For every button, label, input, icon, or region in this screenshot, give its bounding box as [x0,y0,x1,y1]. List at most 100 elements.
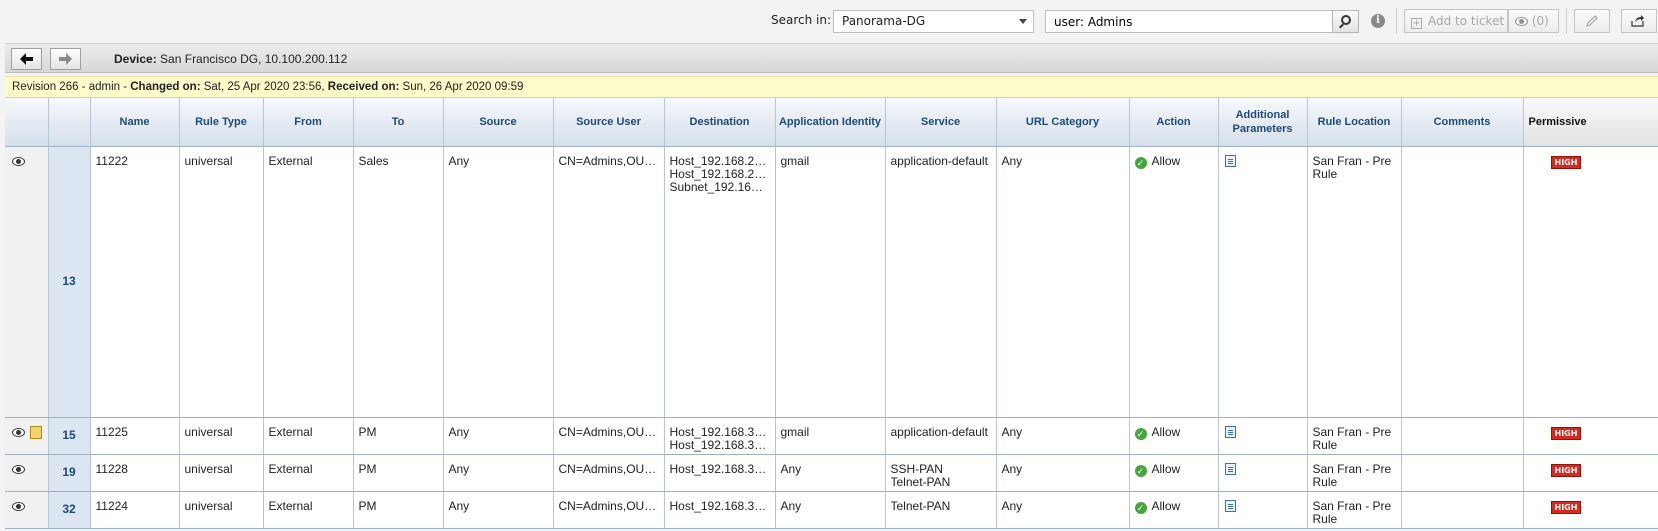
rule-name: 11228 [90,454,180,492]
source-user-value: CN=Admins,OU=... [558,462,659,476]
source-user-value: CN=Admins,OU=... [558,154,659,168]
table-header-row: Name Rule Type From To Source Source Use… [5,98,1658,147]
destination-item: Host_192.168.3.23 [669,499,770,513]
rule-action: ✓ Allow [1129,146,1219,418]
rule-location: San Fran - Pre Rule [1307,417,1402,455]
table-row[interactable]: 32 11224 universal External PM Any CN=Ad… [5,491,1658,529]
column-header[interactable]: Source User [553,98,665,147]
rule-permissive: HIGH [1523,146,1658,418]
destination-item: Host_192.168.2.1... [669,154,770,168]
plus-icon: + [1411,18,1422,29]
column-header[interactable]: Application Identity [775,98,886,147]
rule-name: 11225 [90,417,180,455]
column-header[interactable]: Action [1129,98,1219,147]
watch-count: (0) [1531,14,1549,28]
column-header[interactable]: Rule Type [179,98,264,147]
service-item: application-default [890,425,988,439]
column-header[interactable]: Destination [664,98,776,147]
rule-from: External [263,417,354,455]
column-header[interactable]: Permissive [1523,98,1658,147]
rule-to: PM [353,491,444,529]
action-value: Allow [1151,424,1181,439]
device-bar: Device: San Francisco DG, 10.100.200.112 [5,43,1658,73]
document-icon[interactable] [1224,155,1236,168]
eye-icon[interactable] [12,156,25,166]
rule-type: universal [179,454,264,492]
revision-bar: Revision 266 - admin - Changed on: Sat, … [5,76,1658,98]
document-icon[interactable] [1224,500,1236,513]
rule-application: gmail [775,417,886,455]
rule-url-category: Any [996,146,1130,418]
column-header[interactable]: Rule Location [1307,98,1402,147]
table-row[interactable]: 15 11225 universal External PM Any CN=Ad… [5,417,1658,455]
row-controls [5,146,49,418]
column-header[interactable]: Name [90,98,180,147]
eye-icon[interactable] [12,501,25,511]
rule-comments [1401,146,1524,418]
note-icon[interactable] [30,425,42,439]
rule-source-user: CN=Admins,OU=... [553,491,665,529]
rule-source-user: CN=Admins,OU=... [553,417,665,455]
permissive-badge: HIGH [1550,463,1582,477]
forward-button[interactable] [50,48,81,70]
toolbar-divider [1566,8,1567,34]
rule-from: External [263,146,354,418]
table-row[interactable]: 13 11222 universal External Sales Any CN… [5,146,1658,418]
export-button[interactable] [1621,9,1657,33]
column-header[interactable]: Service [885,98,997,147]
check-icon: ✓ [1134,427,1147,440]
rule-location: San Fran - Pre Rule [1307,491,1402,529]
rule-name: 11224 [90,491,180,529]
search-input[interactable] [1045,10,1333,33]
document-icon[interactable] [1224,463,1236,476]
edit-button[interactable] [1574,9,1610,33]
received-on-value: Sun, 26 Apr 2020 09:59 [399,81,524,93]
rule-from: External [263,454,354,492]
column-header[interactable]: From [263,98,354,147]
search-toolbar: Search in: Panorama-DG i +Add to ticket … [0,0,1658,42]
back-button[interactable] [11,48,42,70]
search-scope-select[interactable]: Panorama-DG [833,10,1034,33]
rule-comments [1401,491,1524,529]
search-in-label: Search in: [771,13,832,27]
device-info: Device: San Francisco DG, 10.100.200.112 [114,52,347,66]
rule-to: Sales [353,146,444,418]
search-icon-handle [1339,23,1344,29]
rule-destination: Host_192.168.3.22 [664,454,776,492]
eye-icon[interactable] [12,464,25,474]
destination-item: Subnet_192.168.... [669,180,770,194]
rule-source: Any [443,417,554,455]
rule-comments [1401,417,1524,455]
search-button[interactable] [1332,10,1359,33]
document-icon[interactable] [1224,426,1236,439]
check-icon: ✓ [1134,156,1147,169]
eye-icon [1515,17,1528,26]
column-header[interactable]: To [353,98,444,147]
column-header[interactable]: URL Category [996,98,1130,147]
rule-service: Telnet-PAN [885,491,997,529]
device-label: Device: [114,52,157,66]
rule-url-category: Any [996,491,1130,529]
source-user-value: CN=Admins,OU=... [558,499,659,513]
check-icon: ✓ [1134,464,1147,477]
rule-comments [1401,454,1524,492]
column-header[interactable]: Source [443,98,554,147]
action-value: Allow [1151,461,1181,476]
rule-from: External [263,491,354,529]
rule-application: gmail [775,146,886,418]
rule-additional-parameters [1218,417,1308,455]
rule-destination: Host_192.168.3.23 [664,491,776,529]
source-user-value: CN=Admins,OU=... [558,425,659,439]
column-header[interactable]: Comments [1401,98,1524,147]
watch-button[interactable]: (0) [1508,9,1559,33]
rule-url-category: Any [996,417,1130,455]
changed-on-label: Changed on: [130,81,201,93]
table-row[interactable]: 19 11228 universal External PM Any CN=Ad… [5,454,1658,492]
column-header-controls [5,98,49,147]
info-icon[interactable]: i [1371,14,1385,28]
arrow-right-icon [59,53,72,65]
add-to-ticket-button[interactable]: + Add to ticket [1404,9,1508,33]
rule-type: universal [179,417,264,455]
column-header[interactable]: Additional Parameters [1218,98,1308,147]
eye-icon[interactable] [12,427,25,437]
